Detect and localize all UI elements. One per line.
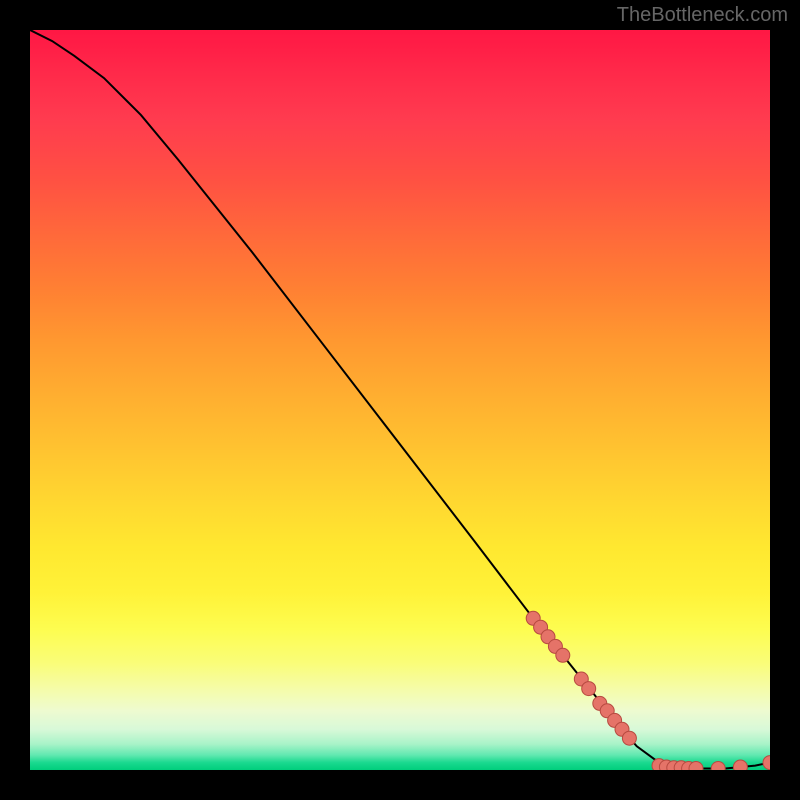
attribution-label: TheBottleneck.com [617, 4, 788, 27]
data-marker [733, 760, 747, 770]
chart-svg [30, 30, 770, 770]
data-marker [582, 682, 596, 696]
data-marker [556, 648, 570, 662]
marker-group [526, 611, 770, 770]
bottleneck-curve [30, 30, 770, 769]
data-marker [711, 762, 725, 771]
data-marker [763, 756, 770, 770]
chart-plot-area [30, 30, 770, 770]
data-marker [622, 731, 636, 745]
